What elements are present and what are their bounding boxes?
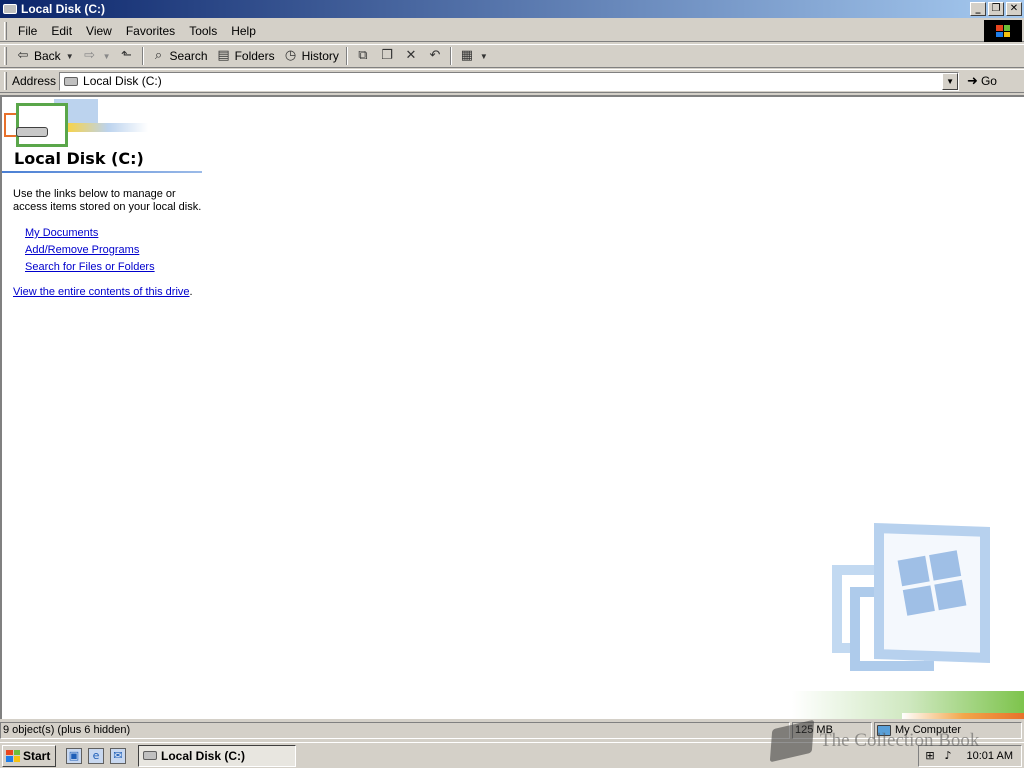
drive-icon xyxy=(3,4,17,14)
delete-icon: ✕ xyxy=(405,48,417,63)
view-contents-line: View the entire contents of this drive. xyxy=(13,286,193,298)
status-zone: My Computer xyxy=(874,722,1022,739)
watermark-orange-band xyxy=(902,713,1024,719)
search-label: Search xyxy=(169,49,208,63)
taskbar-button-local-disk[interactable]: Local Disk (C:) xyxy=(138,744,296,767)
close-button[interactable]: ✕ xyxy=(1006,2,1022,16)
views-button[interactable]: ▦ ▼ xyxy=(455,46,492,66)
windows-flag-icon xyxy=(6,749,20,762)
minimize-button[interactable]: _ xyxy=(970,2,986,16)
search-icon: ⌕ xyxy=(154,48,163,63)
back-button[interactable]: ⇦ Back ▼ xyxy=(11,46,78,66)
delete-button[interactable]: ✕ xyxy=(399,46,423,66)
banner-stripe xyxy=(68,123,148,132)
desktop-icon[interactable]: ▣ xyxy=(66,747,82,764)
go-button[interactable]: ➜ Go xyxy=(967,74,997,89)
search-files-link[interactable]: Search for Files or Folders xyxy=(25,261,155,273)
banner-green-square xyxy=(16,103,68,147)
windows-flag-icon xyxy=(996,25,1010,37)
back-label: Back xyxy=(34,49,61,63)
menu-grip[interactable] xyxy=(4,21,7,40)
drive-icon xyxy=(16,127,48,137)
address-label: Address xyxy=(12,74,57,88)
address-dropdown-button[interactable]: ▼ xyxy=(942,72,959,90)
my-computer-icon xyxy=(877,725,891,736)
window-controls: _ ❐ ✕ xyxy=(970,2,1022,16)
menu-help[interactable]: Help xyxy=(224,24,263,38)
toolbar-separator xyxy=(345,47,348,65)
menu-bar: File Edit View Favorites Tools Help xyxy=(0,20,1024,42)
folders-button[interactable]: ▤ Folders xyxy=(212,46,279,66)
windows-flag-icon xyxy=(897,550,967,616)
restore-button[interactable]: ❐ xyxy=(988,2,1004,16)
folders-icon: ▤ xyxy=(217,48,230,63)
taskbar-button-label: Local Disk (C:) xyxy=(161,748,246,763)
menu-edit[interactable]: Edit xyxy=(44,24,79,38)
toolbar-separator xyxy=(449,47,452,65)
go-label: Go xyxy=(980,74,997,88)
address-input[interactable]: Local Disk (C:) ▼ xyxy=(59,71,960,91)
start-button[interactable]: Start xyxy=(2,744,56,767)
clock[interactable]: 10:01 AM xyxy=(967,750,1013,762)
status-zone-label: My Computer xyxy=(895,724,962,736)
up-folder-icon: ⬑ xyxy=(121,48,132,63)
taskbar: Start ▣ e ✉ Local Disk (C:) ⊞ ♪ 10:01 AM xyxy=(0,742,1024,768)
drive-icon xyxy=(64,76,79,86)
forward-dropdown-icon[interactable]: ▼ xyxy=(103,52,111,61)
history-icon: ◷ xyxy=(284,48,297,63)
page-title: Local Disk (C:) xyxy=(14,149,144,168)
forward-button[interactable]: ⇨ ▼ xyxy=(78,46,115,66)
undo-button[interactable]: ↶ xyxy=(423,46,447,66)
quick-launch: ▣ e ✉ xyxy=(66,747,126,764)
view-contents-link[interactable]: View the entire contents of this drive xyxy=(13,286,190,298)
windows-logo xyxy=(984,20,1022,42)
system-tray: ⊞ ♪ 10:01 AM xyxy=(918,745,1022,767)
menu-view[interactable]: View xyxy=(79,24,119,38)
status-bar: 9 object(s) (plus 6 hidden) 125 MB My Co… xyxy=(0,721,1024,740)
toolbar-separator xyxy=(141,47,144,65)
windows-watermark-graphic xyxy=(822,517,1024,719)
menu-favorites[interactable]: Favorites xyxy=(119,24,182,38)
folders-label: Folders xyxy=(234,49,275,63)
network-icon[interactable]: ⊞ xyxy=(923,749,937,763)
drive-icon xyxy=(143,751,157,760)
address-bar: Address Local Disk (C:) ▼ ➜ Go xyxy=(0,69,1024,93)
window-title: Local Disk (C:) xyxy=(21,2,106,16)
status-object-count: 9 object(s) (plus 6 hidden) xyxy=(0,722,790,739)
up-button[interactable]: ⬑ xyxy=(115,46,139,66)
address-value[interactable]: Local Disk (C:) xyxy=(83,74,162,88)
view-contents-period: . xyxy=(189,286,193,298)
forward-arrow-icon: ⇨ xyxy=(84,48,96,63)
toolbar-grip[interactable] xyxy=(4,47,7,65)
my-documents-link[interactable]: My Documents xyxy=(25,227,98,239)
address-grip[interactable] xyxy=(4,72,7,90)
add-remove-programs-link[interactable]: Add/Remove Programs xyxy=(25,244,139,256)
views-icon: ▦ xyxy=(460,48,474,63)
back-arrow-icon: ⇦ xyxy=(17,48,29,63)
ie-icon[interactable]: e xyxy=(88,747,104,764)
status-size: 125 MB xyxy=(792,722,872,739)
copy-to-button[interactable]: ❐ xyxy=(375,46,399,66)
title-bar[interactable]: Local Disk (C:) _ ❐ ✕ xyxy=(0,0,1024,18)
undo-icon: ↶ xyxy=(429,48,441,63)
title-divider xyxy=(2,171,202,173)
copy-to-icon: ❐ xyxy=(381,48,393,63)
volume-icon[interactable]: ♪ xyxy=(941,749,955,763)
move-to-button[interactable]: ⧉ xyxy=(351,46,375,66)
history-button[interactable]: ◷ History xyxy=(279,46,343,66)
views-dropdown-icon[interactable]: ▼ xyxy=(480,52,488,61)
standard-toolbar: ⇦ Back ▼ ⇨ ▼ ⬑ ⌕ Search ▤ Folders ◷ Hist… xyxy=(0,44,1024,68)
drive-banner-graphic xyxy=(2,99,152,149)
start-label: Start xyxy=(23,748,51,763)
outlook-icon[interactable]: ✉ xyxy=(110,747,126,764)
history-label: History xyxy=(301,49,339,63)
menu-file[interactable]: File xyxy=(11,24,44,38)
go-arrow-icon: ➜ xyxy=(967,73,978,89)
drive-description: Use the links below to manage or access … xyxy=(13,188,202,213)
menu-tools[interactable]: Tools xyxy=(182,24,224,38)
search-button[interactable]: ⌕ Search xyxy=(147,46,212,66)
back-dropdown-icon[interactable]: ▼ xyxy=(66,52,74,61)
folder-view[interactable]: Local Disk (C:) Use the links below to m… xyxy=(0,95,1024,719)
move-to-icon: ⧉ xyxy=(358,48,368,63)
